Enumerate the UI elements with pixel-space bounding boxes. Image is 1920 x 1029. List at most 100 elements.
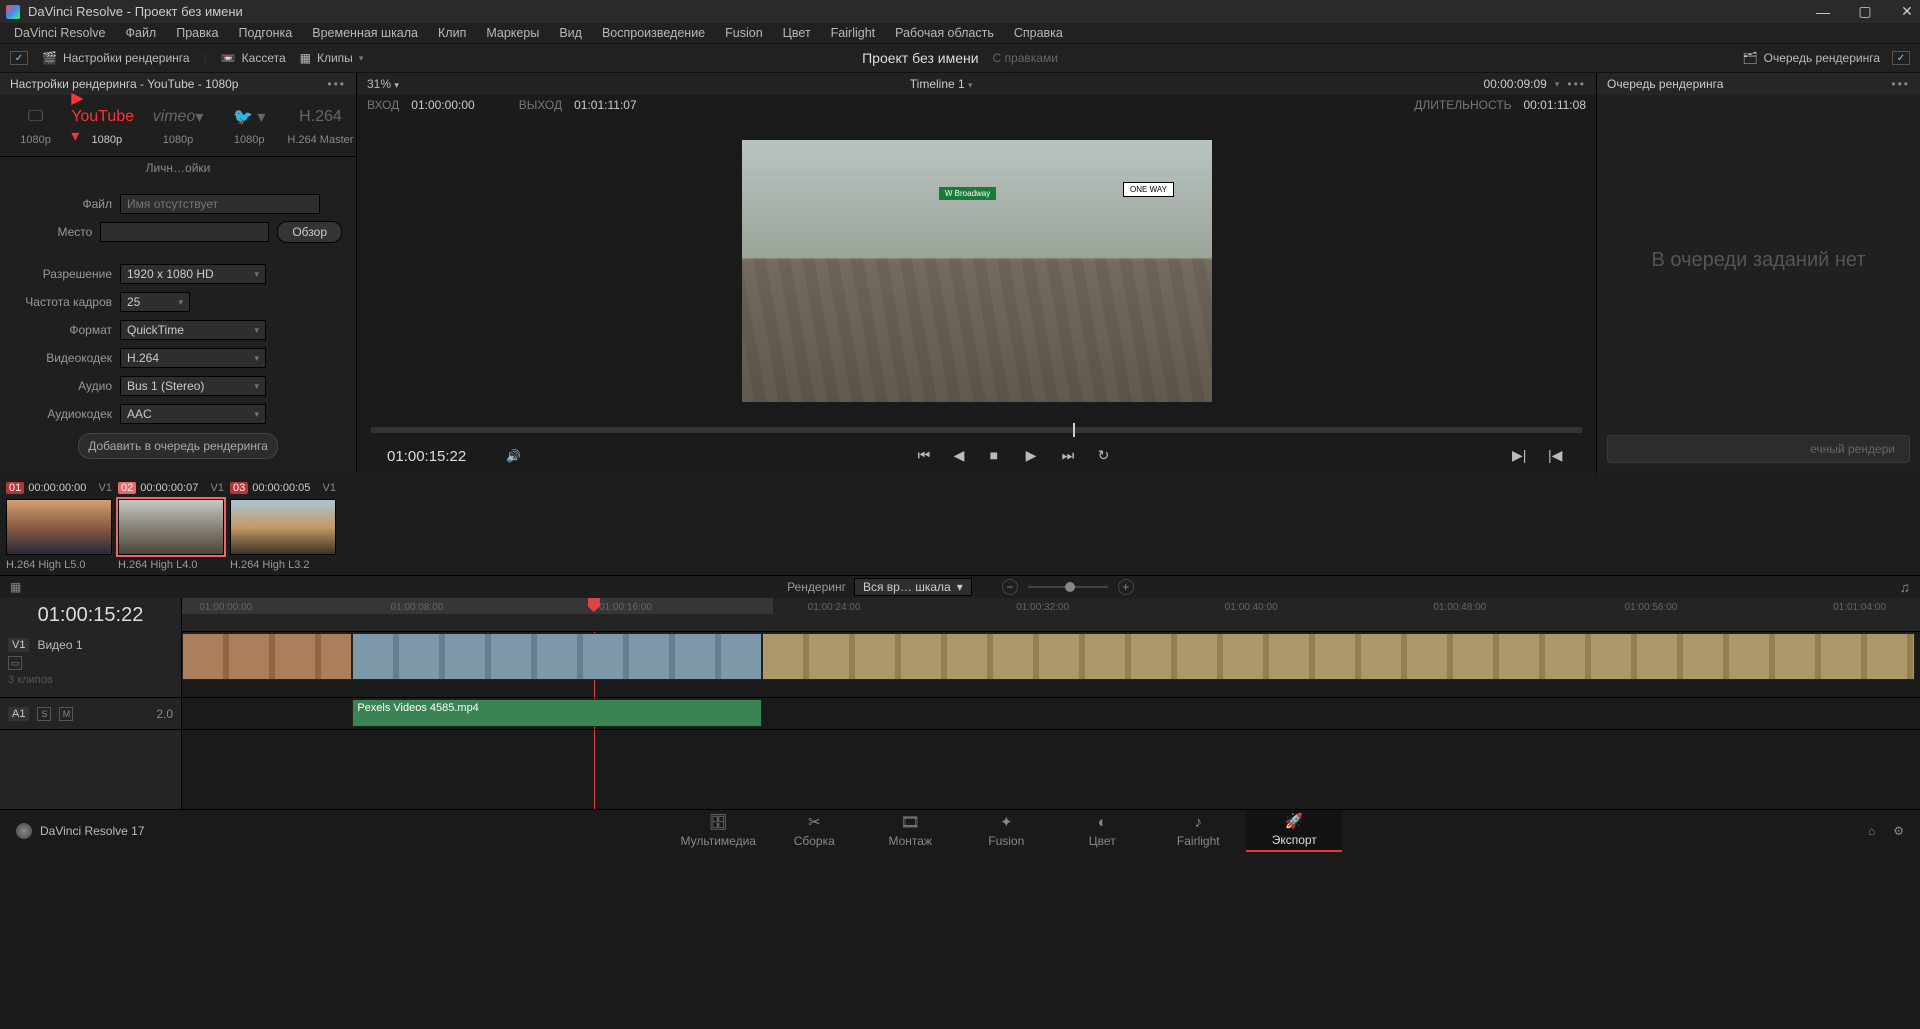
next-clip-button[interactable]: ▶| bbox=[1512, 447, 1530, 465]
framerate-select[interactable]: 25▾ bbox=[120, 292, 190, 312]
page-media[interactable]: 🗄Мультимедиа bbox=[670, 810, 766, 852]
preset-youtube[interactable]: ▶ YouTube ▾ 1080p bbox=[71, 95, 142, 156]
zoom-dropdown[interactable]: 31% ▾ bbox=[367, 77, 399, 91]
location-input[interactable] bbox=[100, 222, 269, 242]
preset-custom[interactable]: 🖵 1080p bbox=[0, 95, 71, 156]
menu-item[interactable]: Подгонка bbox=[228, 24, 302, 42]
clip-name: Pexels Videos 4585.mp4 bbox=[353, 679, 761, 680]
chevron-down-icon[interactable]: ▾ bbox=[1555, 79, 1560, 90]
menu-item[interactable]: DaVinci Resolve bbox=[4, 24, 115, 42]
timeline-audio-clip[interactable]: Pexels Videos 4585.mp4 bbox=[352, 699, 762, 727]
track-header-a1[interactable]: A1 S M 2.0 bbox=[0, 698, 181, 730]
loop-button[interactable]: ↻ bbox=[1098, 447, 1116, 465]
home-icon[interactable]: ⌂ bbox=[1868, 824, 1875, 838]
resolution-label: Разрешение bbox=[14, 267, 120, 281]
speaker-icon[interactable]: 🔊 bbox=[506, 449, 521, 463]
menu-item[interactable]: Цвет bbox=[773, 24, 821, 42]
menu-item[interactable]: Маркеры bbox=[476, 24, 549, 42]
timeline-timecode[interactable]: 01:00:15:22 bbox=[0, 598, 181, 632]
prev-clip-button[interactable]: |◀ bbox=[1548, 447, 1566, 465]
page-cut[interactable]: ✂Сборка bbox=[766, 810, 862, 852]
menu-item[interactable]: Правка bbox=[166, 24, 228, 42]
prev-frame-button[interactable]: ◀ bbox=[954, 447, 972, 465]
toggle-right-panel[interactable]: ✓ bbox=[1892, 51, 1910, 65]
render-settings-toggle[interactable]: 🎬 Настройки рендеринга bbox=[42, 51, 190, 65]
resolution-select[interactable]: 1920 x 1080 HD▾ bbox=[120, 264, 266, 284]
filename-input[interactable] bbox=[120, 194, 320, 214]
timeline-clip[interactable]: Pexels Videos 1396928.mp4 bbox=[762, 633, 1914, 680]
timeline-clip[interactable]: Dubrovnik - 12866.mp4 bbox=[182, 633, 352, 680]
clips-toggle[interactable]: ▦ Клипы ▾ bbox=[300, 51, 364, 65]
page-fusion[interactable]: ✦Fusion bbox=[958, 810, 1054, 852]
minimize-button[interactable]: — bbox=[1816, 5, 1830, 19]
menu-item[interactable]: Рабочая область bbox=[885, 24, 1004, 42]
tape-toggle[interactable]: 📼 Кассета bbox=[221, 51, 286, 65]
menu-item[interactable]: Справка bbox=[1004, 24, 1073, 42]
vcodec-select[interactable]: H.264▾ bbox=[120, 348, 266, 368]
start-render-button[interactable]: ечный рендери bbox=[1607, 435, 1910, 463]
stop-button[interactable]: ■ bbox=[990, 447, 1008, 465]
track-header-v1[interactable]: V1Видео 1 ▭ 3 клипов bbox=[0, 632, 181, 698]
menu-item[interactable]: Воспроизведение bbox=[592, 24, 715, 42]
panel-menu-icon[interactable]: ••• bbox=[1891, 77, 1910, 91]
first-frame-button[interactable]: ⏮ bbox=[918, 447, 936, 465]
menu-item[interactable]: Fairlight bbox=[821, 24, 885, 42]
menu-item[interactable]: Fusion bbox=[715, 24, 773, 42]
track-area[interactable]: Dubrovnik - 12866.mp4 Pexels Videos 4585… bbox=[182, 632, 1920, 809]
close-button[interactable]: ✕ bbox=[1900, 5, 1914, 19]
toggle-left-panel[interactable]: ✓ bbox=[10, 51, 28, 65]
zoom-in-button[interactable]: + bbox=[1118, 579, 1134, 595]
timeline-view-icon[interactable]: ▦ bbox=[10, 580, 21, 594]
solo-button[interactable]: S bbox=[37, 707, 51, 721]
viewer-menu-icon[interactable]: ••• bbox=[1567, 77, 1586, 91]
menu-item[interactable]: Клип bbox=[428, 24, 476, 42]
clip-thumbnail[interactable]: 0200:00:00:07V1 H.264 High L4.0 bbox=[118, 479, 224, 573]
audio-select[interactable]: Bus 1 (Stereo)▾ bbox=[120, 376, 266, 396]
timeline-name[interactable]: Timeline 1 ▾ bbox=[910, 77, 973, 91]
page-color[interactable]: ◐Цвет bbox=[1054, 810, 1150, 852]
deliver-icon: 🚀 bbox=[1285, 812, 1304, 830]
play-button[interactable]: ▶ bbox=[1026, 447, 1044, 465]
page-edit[interactable]: 🎞Монтаж bbox=[862, 810, 958, 852]
menu-item[interactable]: Временная шкала bbox=[302, 24, 428, 42]
next-frame-button[interactable]: ⏭ bbox=[1062, 447, 1080, 465]
maximize-button[interactable]: ▢ bbox=[1858, 5, 1872, 19]
render-span-select[interactable]: Вся вр… шкала▾ bbox=[854, 578, 972, 596]
viewer-timecode[interactable]: 00:00:09:09 bbox=[1483, 77, 1546, 91]
timeline-ruler[interactable]: 01:00:00:00 01:00:08:00 01:00:16:00 01:0… bbox=[182, 598, 1920, 632]
zoom-slider[interactable] bbox=[1028, 586, 1108, 588]
menu-item[interactable]: Файл bbox=[115, 24, 166, 42]
clip-thumbnail[interactable]: 0100:00:00:00V1 H.264 High L5.0 bbox=[6, 479, 112, 573]
preset-tab[interactable]: Личн…ойки bbox=[0, 161, 356, 175]
page-fairlight[interactable]: ♪Fairlight bbox=[1150, 810, 1246, 852]
out-label: ВЫХОД bbox=[519, 98, 562, 112]
format-select[interactable]: QuickTime▾ bbox=[120, 320, 266, 340]
track-toggle-icon[interactable]: ▭ bbox=[8, 656, 22, 670]
audio-lane-a1[interactable]: Pexels Videos 4585.mp4 bbox=[182, 698, 1920, 730]
timeline-clip[interactable]: Pexels Videos 4585.mp4 bbox=[352, 633, 762, 680]
viewer-panel: 31% ▾ Timeline 1 ▾ 00:00:09:09 ▾ ••• ВХО… bbox=[357, 73, 1596, 473]
preset-vimeo[interactable]: vimeo ▾ 1080p bbox=[142, 95, 213, 156]
browse-button[interactable]: Обзор bbox=[277, 221, 342, 243]
mini-scrubber[interactable] bbox=[371, 427, 1582, 433]
menu-item[interactable]: Вид bbox=[549, 24, 592, 42]
page-navigation: DaVinci Resolve 17 🗄Мультимедиа ✂Сборка … bbox=[0, 809, 1920, 851]
zoom-out-button[interactable]: − bbox=[1002, 579, 1018, 595]
transport-timecode[interactable]: 01:00:15:22 bbox=[387, 448, 466, 465]
add-to-queue-button[interactable]: Добавить в очередь рендеринга bbox=[78, 433, 278, 459]
mute-button[interactable]: M bbox=[59, 707, 73, 721]
clip-codec: H.264 High L3.2 bbox=[230, 559, 336, 571]
viewer-canvas[interactable]: W Broadway ONE WAY bbox=[357, 115, 1596, 427]
music-icon[interactable]: ♫ bbox=[1900, 579, 1911, 595]
render-queue-toggle[interactable]: 🗂 Очередь рендеринга bbox=[1742, 51, 1880, 65]
out-timecode[interactable]: 01:01:11:07 bbox=[574, 98, 637, 112]
page-deliver[interactable]: 🚀Экспорт bbox=[1246, 810, 1342, 852]
in-timecode[interactable]: 01:00:00:00 bbox=[411, 98, 474, 112]
panel-menu-icon[interactable]: ••• bbox=[327, 77, 346, 91]
video-lane-v1[interactable]: Dubrovnik - 12866.mp4 Pexels Videos 4585… bbox=[182, 632, 1920, 698]
preset-h264[interactable]: H.264 H.264 Master bbox=[285, 95, 356, 156]
acodec-select[interactable]: AAC▾ bbox=[120, 404, 266, 424]
project-settings-icon[interactable]: ⚙ bbox=[1893, 824, 1904, 838]
clip-thumbnail[interactable]: 0300:00:00:05V1 H.264 High L3.2 bbox=[230, 479, 336, 573]
preset-twitter[interactable]: 🐦 ▾ 1080p bbox=[214, 95, 285, 156]
